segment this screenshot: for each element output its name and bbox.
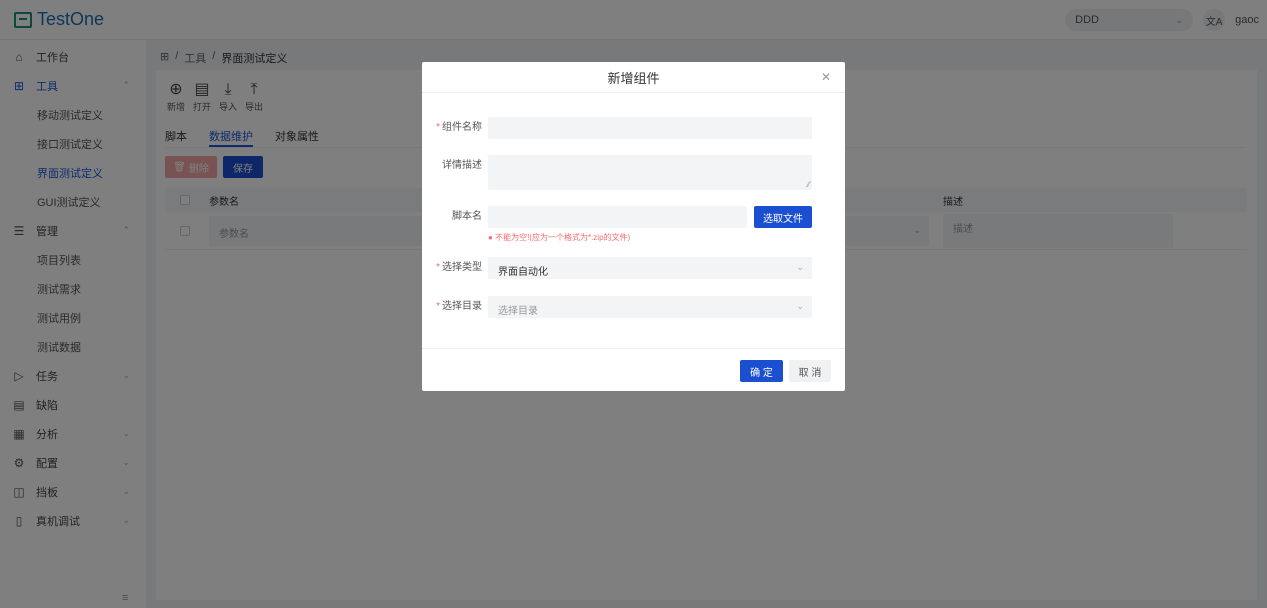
add-component-dialog: 新增组件 ✕ * 组件名称 详情描述 ∕∕ 脚本名 选取文件 ● 不能为空!(应为… [422,62,845,391]
type-label: 选择类型 [442,262,482,273]
confirm-button[interactable]: 确 定 [740,360,783,382]
type-select[interactable]: 界面自动化 ⌄ [488,257,812,279]
description-textarea[interactable]: ∕∕ [488,155,812,190]
dir-label: 选择目录 [442,301,482,312]
script-error-text: 不能为空!(应为一个格式为*.zip的文件) [495,233,631,242]
directory-placeholder: 选择目录 [498,306,538,317]
required-mark: * [436,301,440,312]
directory-select[interactable]: 选择目录 ⌄ [488,296,812,318]
close-icon[interactable]: ✕ [821,70,831,84]
type-select-value: 界面自动化 [498,267,548,278]
script-name-input[interactable] [488,206,747,228]
desc-label: 详情描述 [442,160,482,171]
chevron-down-icon: ⌄ [796,262,804,272]
name-label: 组件名称 [442,122,482,133]
chevron-down-icon: ⌄ [796,301,804,311]
script-error: ● 不能为空!(应为一个格式为*.zip的文件) [488,232,630,243]
required-mark: * [436,262,440,273]
pick-file-button[interactable]: 选取文件 [754,206,812,228]
required-mark: * [436,122,440,133]
script-label: 脚本名 [452,211,482,222]
error-icon: ● [488,233,493,242]
dialog-title: 新增组件 [607,70,660,86]
component-name-input[interactable] [488,117,812,139]
cancel-button[interactable]: 取 消 [789,360,831,382]
resize-handle-icon[interactable]: ∕∕ [807,180,810,189]
